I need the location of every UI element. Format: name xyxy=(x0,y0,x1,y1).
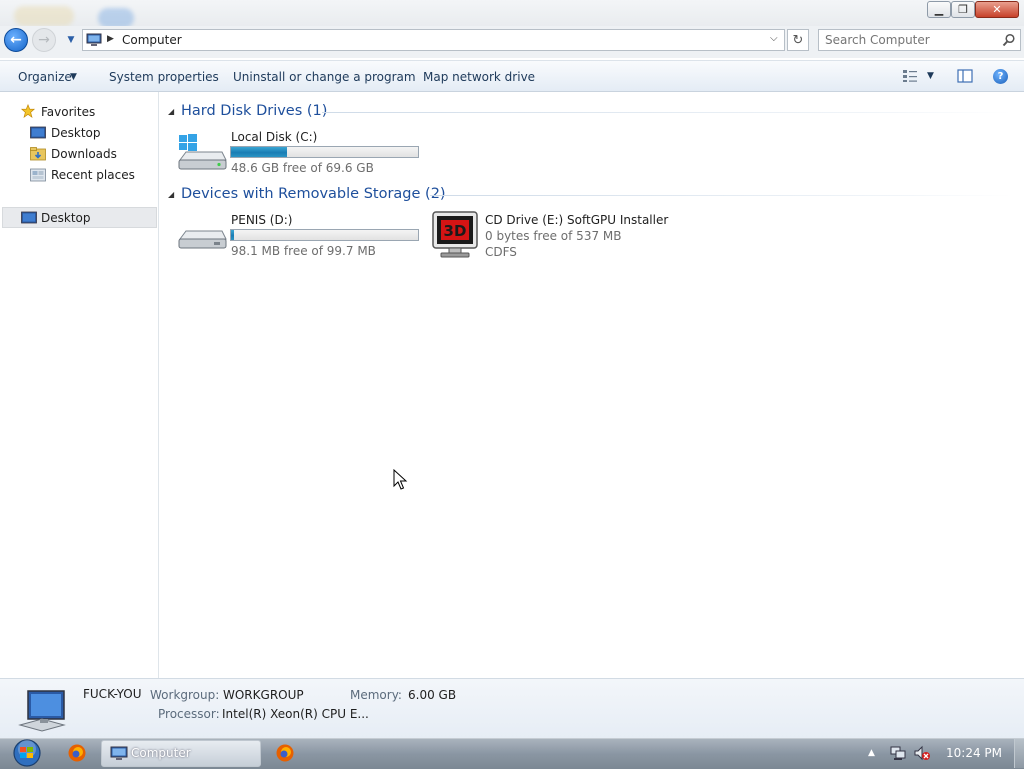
search-icon[interactable] xyxy=(1002,33,1016,47)
group-header-removable-storage[interactable]: Devices with Removable Storage (2) xyxy=(181,186,446,202)
title-bar-decoration xyxy=(98,8,134,28)
nav-item-label: Desktop xyxy=(51,126,101,140)
svg-text:3D: 3D xyxy=(444,222,467,240)
chevron-down-icon[interactable]: ▼ xyxy=(70,72,77,82)
removable-drive-icon xyxy=(178,230,227,249)
nav-favorites[interactable]: Favorites xyxy=(0,102,157,122)
system-properties-button[interactable]: System properties xyxy=(109,70,219,84)
workgroup-label: Workgroup: xyxy=(150,688,220,702)
downloads-folder-icon xyxy=(30,147,46,161)
map-network-drive-button[interactable]: Map network drive xyxy=(423,70,535,84)
breadcrumb-chevron-icon[interactable]: ▶ xyxy=(107,34,114,44)
drive-free-space: 98.1 MB free of 99.7 MB xyxy=(231,244,376,258)
volume-muted-icon[interactable] xyxy=(913,745,931,761)
group-header-hard-disks[interactable]: Hard Disk Drives (1) xyxy=(181,103,327,119)
memory-value: 6.00 GB xyxy=(408,688,457,702)
title-bar-decoration xyxy=(14,6,74,26)
recent-places-icon xyxy=(30,168,46,182)
drive-free-space: 0 bytes free of 537 MB xyxy=(485,229,622,243)
forward-button[interactable]: → xyxy=(32,28,56,52)
workgroup-value: WORKGROUP xyxy=(223,688,304,702)
softgpu-3d-monitor-icon: 3D xyxy=(432,211,478,258)
taskbar-clock[interactable]: 10:24 PM xyxy=(946,746,1002,760)
search-input[interactable] xyxy=(825,32,995,48)
back-button[interactable]: ← xyxy=(4,28,28,52)
firefox-icon xyxy=(68,744,86,762)
taskbar-firefox-pinned[interactable] xyxy=(62,740,92,766)
title-bar xyxy=(0,0,1024,27)
drive-name: PENIS (D:) xyxy=(231,213,293,227)
drive-name: CD Drive (E:) SoftGPU Installer xyxy=(485,213,669,227)
computer-name: FUCK-YOU xyxy=(83,687,142,701)
star-icon xyxy=(20,104,36,118)
taskbar-explorer-label: Computer xyxy=(131,746,191,760)
breadcrumb-computer[interactable]: Computer xyxy=(122,33,182,47)
nav-item-desktop[interactable]: Desktop xyxy=(0,123,157,143)
mouse-cursor-icon xyxy=(393,469,408,490)
desktop-icon xyxy=(21,211,37,224)
drive-local-disk-c[interactable]: Local Disk (C:) 48.6 GB free of 69.6 GB xyxy=(176,130,426,178)
group-divider xyxy=(322,112,1012,113)
show-desktop-button[interactable] xyxy=(1014,739,1024,768)
refresh-button[interactable]: ↻ xyxy=(787,29,809,51)
capacity-bar xyxy=(230,146,419,158)
nav-item-recent-places[interactable]: Recent places xyxy=(0,165,157,185)
drive-cd-e[interactable]: 3D CD Drive (E:) SoftGPU Installer 0 byt… xyxy=(431,210,691,262)
preview-pane-icon[interactable] xyxy=(957,69,973,83)
nav-item-label: Downloads xyxy=(51,147,117,161)
nav-item-downloads[interactable]: Downloads xyxy=(0,144,157,164)
collapse-group-icon[interactable]: ◢ xyxy=(168,190,174,199)
address-bar[interactable] xyxy=(82,29,785,51)
maximize-button[interactable]: ❐ xyxy=(951,1,975,18)
windows-logo-icon xyxy=(13,739,41,767)
computer-icon xyxy=(18,690,66,732)
close-button[interactable]: ✕ xyxy=(975,1,1019,18)
memory-label: Memory: xyxy=(350,688,402,702)
address-history-dropdown[interactable]: ⌵ xyxy=(770,33,778,44)
organize-button[interactable]: Organize xyxy=(18,70,72,84)
capacity-bar-fill xyxy=(231,230,234,240)
computer-icon xyxy=(86,33,102,46)
drive-name: Local Disk (C:) xyxy=(231,130,318,144)
group-divider xyxy=(430,195,1012,196)
processor-value: Intel(R) Xeon(R) CPU E... xyxy=(222,707,369,721)
drive-free-space: 48.6 GB free of 69.6 GB xyxy=(231,161,374,175)
nav-item-desktop-root[interactable]: Desktop xyxy=(2,207,157,228)
capacity-bar-fill xyxy=(231,147,288,157)
collapse-group-icon[interactable]: ◢ xyxy=(168,107,174,116)
view-options-dropdown[interactable]: ▼ xyxy=(927,71,934,81)
recent-pages-dropdown[interactable]: ▼ xyxy=(64,33,78,47)
windows-hard-disk-icon xyxy=(178,134,227,170)
drive-usb-d[interactable]: PENIS (D:) 98.1 MB free of 99.7 MB xyxy=(176,213,426,261)
nav-item-label: Recent places xyxy=(51,168,135,182)
network-icon[interactable] xyxy=(890,745,906,761)
change-view-icon[interactable] xyxy=(902,69,918,83)
computer-icon xyxy=(110,746,128,760)
nav-favorites-label: Favorites xyxy=(41,105,96,119)
firefox-icon xyxy=(276,744,294,762)
show-hidden-icons-button[interactable]: ▲ xyxy=(868,748,875,758)
desktop-icon xyxy=(30,126,46,139)
processor-label: Processor: xyxy=(158,707,220,721)
help-icon[interactable]: ? xyxy=(993,69,1008,84)
drive-filesystem: CDFS xyxy=(485,245,517,259)
capacity-bar xyxy=(230,229,419,241)
nav-item-label: Desktop xyxy=(41,211,91,225)
taskbar-firefox-window[interactable] xyxy=(270,740,300,766)
uninstall-program-button[interactable]: Uninstall or change a program xyxy=(233,70,416,84)
minimize-button[interactable]: ▁ xyxy=(927,1,951,18)
start-button[interactable] xyxy=(8,738,46,768)
